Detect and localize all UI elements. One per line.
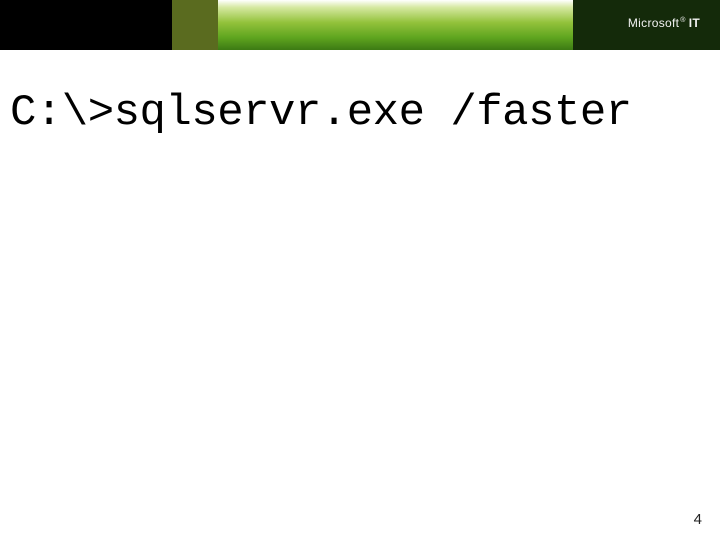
brand-logo: Microsoft® IT	[628, 16, 700, 30]
header-segment-olive	[172, 0, 218, 50]
header-segment-black	[0, 0, 172, 50]
brand-main: Microsoft	[628, 16, 679, 30]
command-line: C:\>sqlservr.exe /faster	[10, 88, 710, 138]
brand-suffix: IT	[689, 16, 700, 30]
header-segment-dark: Microsoft® IT	[573, 0, 720, 50]
header-band: Microsoft® IT	[0, 0, 720, 50]
page-number: 4	[694, 511, 702, 528]
brand-registered-icon: ®	[680, 17, 685, 24]
header-segment-green	[218, 0, 573, 50]
